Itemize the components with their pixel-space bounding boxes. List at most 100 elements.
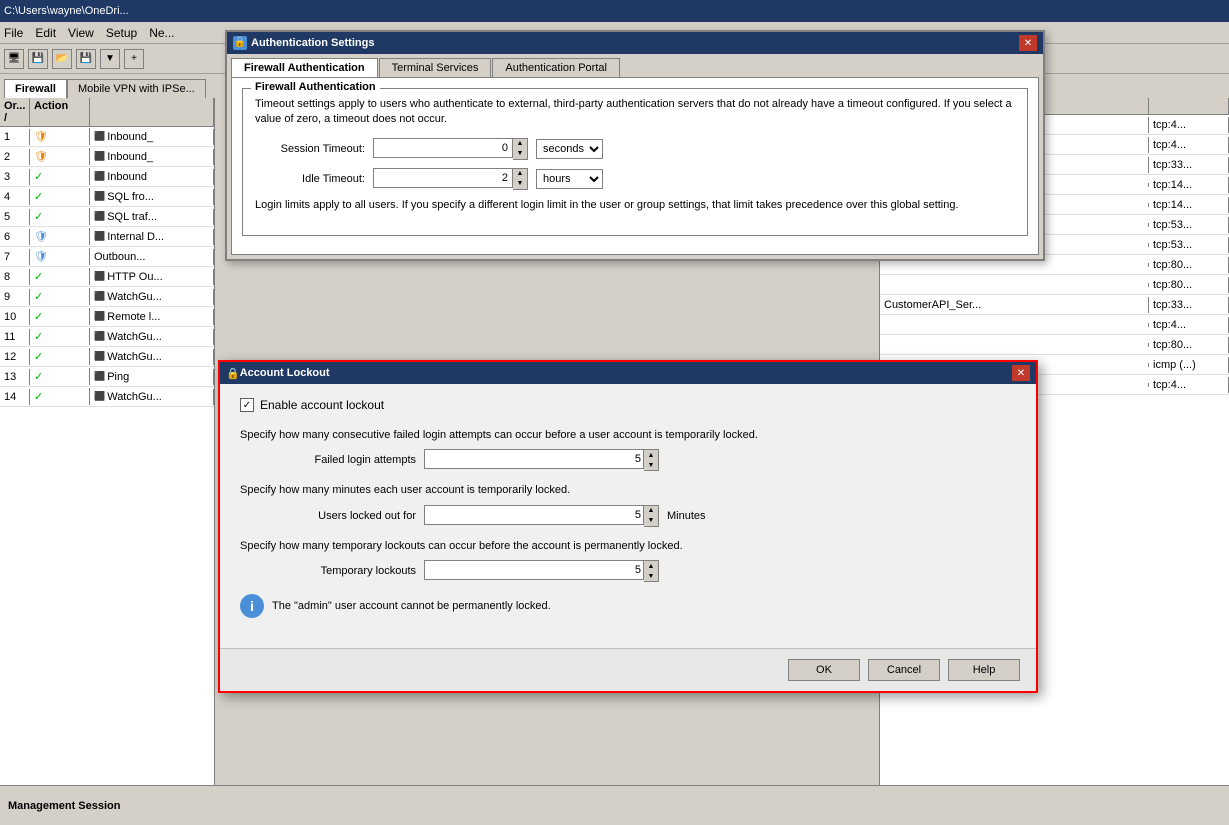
row-num: 12 (0, 349, 30, 365)
temp-lockouts-label: Temporary lockouts (256, 565, 416, 577)
tab-auth-portal[interactable]: Authentication Portal (492, 58, 620, 77)
table-row[interactable]: 2 🛡 ⬛Inbound_ (0, 147, 214, 167)
conn-proto: tcp:53... (1149, 237, 1229, 253)
menu-network[interactable]: Ne... (149, 26, 174, 40)
row-type-icon: ⬛ (94, 131, 105, 142)
conn-proto: tcp:4... (1149, 317, 1229, 333)
idle-timeout-unit-select[interactable]: seconds minutes hours (536, 169, 603, 189)
bottom-bar: Management Session (0, 785, 1229, 825)
session-timeout-up[interactable]: ▲ (513, 139, 527, 149)
temp-lockouts-up[interactable]: ▲ (644, 561, 658, 571)
shield-orange-icon: 🛡 (34, 150, 48, 163)
group-legend-label: Firewall Authentication (251, 81, 380, 93)
conn-row[interactable]: tcp:4... (880, 315, 1229, 335)
toolbar-btn-1[interactable]: 🖥 (4, 49, 24, 69)
conn-proto: tcp:4... (1149, 377, 1229, 393)
idle-timeout-input[interactable] (373, 168, 513, 188)
conn-row[interactable]: CustomerAPI_Ser... tcp:33... (880, 295, 1229, 315)
row-name: ⬛Remote l... (90, 309, 214, 325)
tab-terminal-services[interactable]: Terminal Services (379, 58, 492, 77)
users-locked-input[interactable] (424, 505, 644, 525)
table-row[interactable]: 8 ✓ ⬛HTTP Ou... (0, 267, 214, 287)
row-action: 🛡 (30, 128, 90, 145)
users-locked-up[interactable]: ▲ (644, 506, 658, 516)
enable-lockout-row: ✓ Enable account lockout (240, 398, 1016, 412)
session-timeout-input[interactable] (373, 138, 513, 158)
row-action: ✓ (30, 388, 90, 405)
menu-setup[interactable]: Setup (106, 26, 137, 40)
table-row[interactable]: 7 🛡 Outboun... (0, 247, 214, 267)
temp-lockouts-description: Specify how many temporary lockouts can … (240, 539, 1016, 554)
table-row[interactable]: 11 ✓ ⬛WatchGu... (0, 327, 214, 347)
row-action: ✓ (30, 308, 90, 325)
toolbar-btn-4[interactable]: 💾 (76, 49, 96, 69)
lockout-close-button[interactable]: ✕ (1012, 365, 1030, 381)
ok-button[interactable]: OK (788, 659, 860, 681)
tab-mobile-vpn[interactable]: Mobile VPN with IPSe... (67, 79, 206, 98)
check-icon: ✓ (34, 190, 43, 203)
temp-lockouts-input[interactable] (424, 560, 644, 580)
account-lockout-dialog: 🔒 Account Lockout ✕ ✓ Enable account loc… (218, 360, 1038, 693)
conn-proto: tcp:53... (1149, 217, 1229, 233)
admin-info-row: i The "admin" user account cannot be per… (240, 594, 1016, 618)
table-row[interactable]: 14 ✓ ⬛WatchGu... (0, 387, 214, 407)
temp-lockouts-arrows: ▲ ▼ (644, 560, 659, 582)
enable-lockout-label: Enable account lockout (260, 398, 384, 412)
toolbar-btn-3[interactable]: 📂 (52, 49, 72, 69)
table-row[interactable]: 10 ✓ ⬛Remote l... (0, 307, 214, 327)
table-row[interactable]: 4 ✓ ⬛SQL fro... (0, 187, 214, 207)
conn-col-proto (1149, 98, 1229, 114)
check-icon: ✓ (34, 290, 43, 303)
table-row[interactable]: 13 ✓ ⬛Ping (0, 367, 214, 387)
conn-row[interactable]: tcp:80... (880, 275, 1229, 295)
tab-firewall[interactable]: Firewall (4, 79, 67, 98)
table-row[interactable]: 6 🛡 ⬛Internal D... (0, 227, 214, 247)
conn-dest: CustomerAPI_Ser... (880, 297, 1149, 313)
row-type-icon: ⬛ (94, 391, 105, 402)
row-name: ⬛SQL traf... (90, 209, 214, 225)
conn-row[interactable]: tcp:80... (880, 335, 1229, 355)
row-name: ⬛WatchGu... (90, 349, 214, 365)
table-row[interactable]: 1 🛡 ⬛Inbound_ (0, 127, 214, 147)
enable-lockout-checkbox[interactable]: ✓ (240, 398, 254, 412)
session-timeout-down[interactable]: ▼ (513, 149, 527, 159)
tab-firewall-auth[interactable]: Firewall Authentication (231, 58, 378, 77)
table-row[interactable]: 9 ✓ ⬛WatchGu... (0, 287, 214, 307)
check-icon: ✓ (34, 390, 43, 403)
toolbar-btn-6[interactable]: + (124, 49, 144, 69)
row-action: ✓ (30, 208, 90, 225)
menu-view[interactable]: View (68, 26, 94, 40)
lockout-icon: 🔒 (226, 367, 240, 380)
row-num: 14 (0, 389, 30, 405)
table-row[interactable]: 12 ✓ ⬛WatchGu... (0, 347, 214, 367)
table-row[interactable]: 5 ✓ ⬛SQL traf... (0, 207, 214, 227)
menu-file[interactable]: File (4, 26, 23, 40)
temp-lockouts-down[interactable]: ▼ (644, 571, 658, 581)
menu-edit[interactable]: Edit (35, 26, 56, 40)
failed-attempts-description: Specify how many consecutive failed logi… (240, 428, 1016, 443)
idle-timeout-down[interactable]: ▼ (513, 179, 527, 189)
toolbar-btn-2[interactable]: 💾 (28, 49, 48, 69)
idle-timeout-up[interactable]: ▲ (513, 169, 527, 179)
row-action: 🛡 (30, 228, 90, 245)
failed-attempts-down[interactable]: ▼ (644, 460, 658, 470)
row-num: 2 (0, 149, 30, 165)
users-locked-down[interactable]: ▼ (644, 516, 658, 526)
session-timeout-unit-select[interactable]: seconds minutes hours (536, 139, 603, 159)
check-icon: ✓ (34, 310, 43, 323)
failed-attempts-input[interactable] (424, 449, 644, 469)
lockout-button-bar: OK Cancel Help (220, 648, 1036, 691)
auth-dialog-title-bar: 🔒 Authentication Settings ✕ (227, 32, 1043, 54)
cancel-button[interactable]: Cancel (868, 659, 940, 681)
auth-dialog-close-button[interactable]: ✕ (1019, 35, 1037, 51)
conn-proto: tcp:14... (1149, 177, 1229, 193)
auth-dialog-icon: 🔒 (233, 36, 247, 50)
row-name: ⬛Inbound_ (90, 129, 214, 145)
firewall-auth-group: Firewall Authentication Timeout settings… (242, 88, 1028, 236)
row-type-icon: ⬛ (94, 311, 105, 322)
toolbar-btn-5[interactable]: ▼ (100, 49, 120, 69)
table-row[interactable]: 3 ✓ ⬛Inbound (0, 167, 214, 187)
info-icon: i (240, 594, 264, 618)
help-button[interactable]: Help (948, 659, 1020, 681)
failed-attempts-up[interactable]: ▲ (644, 450, 658, 460)
